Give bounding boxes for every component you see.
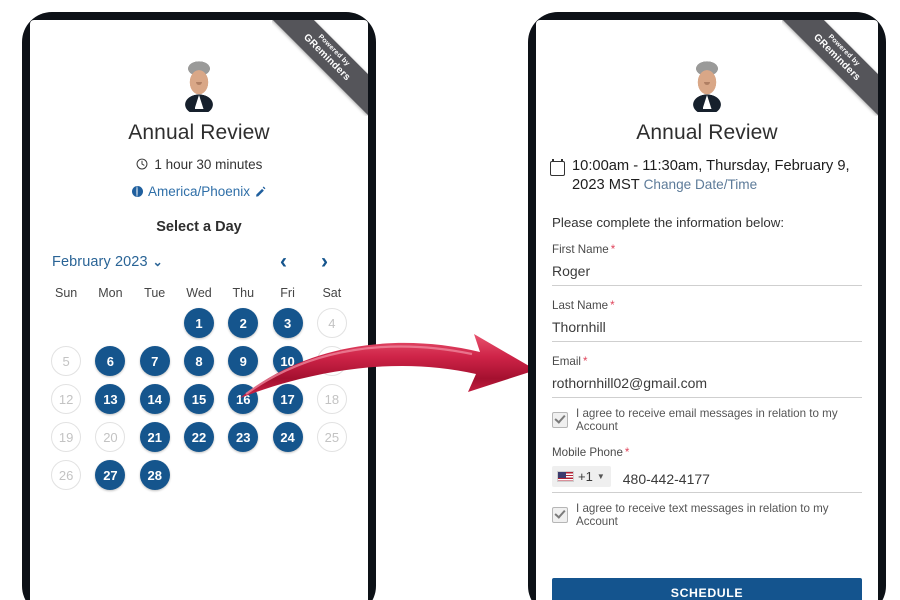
calendar-day-available[interactable]: 27 — [95, 460, 126, 490]
mobile-phone-label: Mobile Phone * — [552, 446, 862, 459]
form-field: First Name * Roger — [552, 243, 862, 286]
email-consent-row[interactable]: I agree to receive email messages in rel… — [552, 407, 862, 433]
required-marker: * — [624, 445, 630, 459]
calendar-day-available[interactable]: 28 — [139, 460, 170, 490]
form-fields: First Name * Roger Last Name * Thornhill Email… — [536, 243, 878, 398]
datetime-row: 10:00am - 11:30am, Thursday, February 9,… — [550, 157, 866, 196]
month-selector[interactable]: February 2023 ⌄ — [52, 254, 163, 270]
page-title: Annual Review — [128, 121, 270, 144]
month-label: February 2023 — [52, 253, 148, 270]
required-marker: * — [610, 298, 615, 312]
page-title: Annual Review — [636, 121, 778, 144]
country-code-label: +1 — [578, 468, 593, 484]
calendar-icon — [550, 158, 565, 176]
day-of-week-label: Wed — [186, 286, 212, 300]
text-consent-row[interactable]: I agree to receive text messages in rela… — [552, 502, 862, 528]
chevron-down-icon: ⌄ — [152, 254, 163, 269]
required-marker: * — [583, 354, 588, 368]
calendar-day-available[interactable]: 1 — [183, 308, 214, 338]
required-marker: * — [610, 242, 616, 256]
us-flag-icon — [557, 470, 574, 482]
field-input[interactable]: rothornhill02@gmail.com — [552, 375, 862, 398]
calendar-cell-empty — [95, 308, 125, 338]
text-consent-label: I agree to receive text messages in rela… — [576, 501, 829, 528]
calendar-day-disabled: 20 — [95, 422, 126, 452]
field-label: Email * — [552, 354, 588, 368]
globe-icon — [131, 186, 143, 197]
day-of-week-label: Sun — [55, 286, 78, 300]
text-consent-checkbox[interactable] — [552, 506, 568, 523]
field-input[interactable]: Thornhill — [552, 319, 862, 342]
duration-row: 1 hour 30 minutes — [30, 157, 368, 173]
calendar-cell-empty — [140, 308, 170, 338]
screenshot-stage: Powered by GReminders Annual Review 1 ho… — [0, 0, 900, 600]
timezone-row[interactable]: America/Phoenix — [30, 184, 368, 199]
next-month-button[interactable]: › — [321, 251, 328, 272]
instructions-text: Please complete the information below: — [552, 214, 785, 230]
day-of-week-label: Mon — [98, 286, 123, 300]
calendar-day-disabled: 12 — [51, 384, 82, 414]
change-datetime-link[interactable]: Change Date/Time — [644, 177, 758, 192]
datetime-line-1: 10:00am - 11:30am, Thursday, — [572, 158, 771, 174]
field-label: Last Name * — [552, 298, 615, 312]
calendar-day-available[interactable]: 22 — [183, 422, 214, 452]
day-of-week-header: Sun Mon Tue Wed Thu Fri Sat — [44, 286, 354, 300]
curved-red-arrow — [240, 334, 536, 398]
calendar-day-disabled: 19 — [51, 422, 82, 452]
left-phone-screen: Powered by GReminders Annual Review 1 ho… — [30, 20, 368, 600]
field-input[interactable]: Roger — [552, 263, 862, 286]
avatar — [681, 50, 733, 112]
calendar-day-available[interactable]: 15 — [183, 384, 214, 414]
calendar-day-available[interactable]: 6 — [95, 346, 126, 376]
calendar-day-available[interactable]: 13 — [95, 384, 126, 414]
right-phone-screen: Powered by GReminders Annual Review 10:0… — [536, 20, 878, 600]
calendar-day-available[interactable]: 7 — [139, 346, 170, 376]
calendar-day-available[interactable]: 14 — [139, 384, 170, 414]
calendar-day-available[interactable]: 8 — [183, 346, 214, 376]
day-of-week-label: Tue — [144, 286, 166, 300]
calendar-header: February 2023 ⌄ ‹ › — [52, 251, 350, 272]
country-code-selector[interactable]: +1 ▼ — [552, 465, 611, 487]
email-consent-label: I agree to receive email messages in rel… — [576, 406, 838, 433]
clock-icon — [136, 158, 152, 173]
mobile-phone-label-text: Mobile Phone — [552, 445, 623, 459]
prev-month-button[interactable]: ‹ — [280, 251, 287, 272]
form-field: Email * rothornhill02@gmail.com — [552, 355, 862, 398]
day-of-week-label: Fri — [280, 286, 295, 300]
calendar-day-available[interactable]: 21 — [139, 422, 170, 452]
select-a-day-heading: Select a Day — [156, 219, 242, 235]
calendar-cell-empty — [51, 308, 81, 338]
form-field: Last Name * Thornhill — [552, 299, 862, 342]
mobile-phone-input[interactable]: 480-442-4177 — [623, 471, 710, 487]
caret-down-icon: ▼ — [596, 471, 605, 481]
schedule-button[interactable]: SCHEDULE — [552, 578, 862, 600]
day-of-week-label: Sat — [322, 286, 342, 300]
calendar-day-disabled: 5 — [51, 346, 82, 376]
right-phone-frame: Powered by GReminders Annual Review 10:0… — [528, 12, 886, 600]
day-of-week-label: Thu — [232, 286, 255, 300]
duration-label: 1 hour 30 minutes — [154, 157, 263, 172]
field-label: First Name * — [552, 242, 616, 256]
timezone-label[interactable]: America/Phoenix — [148, 184, 250, 199]
avatar — [173, 50, 225, 112]
email-consent-checkbox[interactable] — [552, 411, 568, 428]
calendar-day-disabled: 26 — [51, 460, 82, 490]
mobile-phone-field: Mobile Phone * +1 ▼ 480-442-4177 — [552, 446, 862, 493]
left-phone-frame: Powered by GReminders Annual Review 1 ho… — [22, 12, 376, 600]
pencil-icon[interactable] — [255, 185, 266, 197]
